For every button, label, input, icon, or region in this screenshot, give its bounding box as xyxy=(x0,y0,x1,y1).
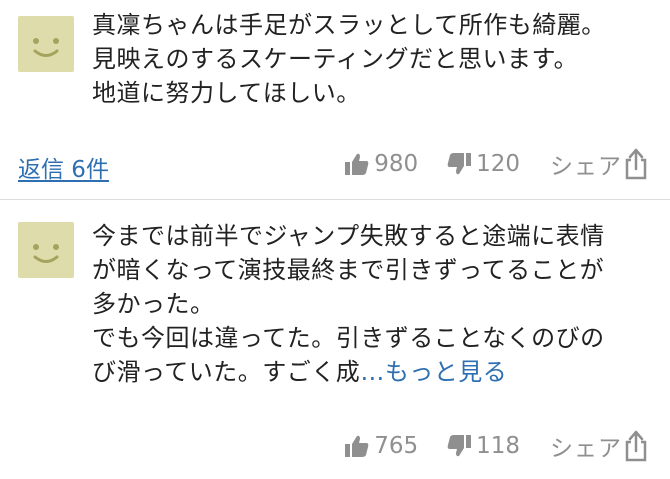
thumbs-down-icon xyxy=(447,153,472,175)
show-more-link[interactable]: …もっと見る xyxy=(360,358,507,386)
like-button[interactable]: 980 xyxy=(344,151,418,177)
comment-actions: 980 120 シェア xyxy=(344,148,648,180)
comment-line: 真凜ちゃんは手足がスラッとして所作も綺麗。 xyxy=(92,11,606,39)
share-icon xyxy=(625,148,647,180)
share-label: シェア xyxy=(550,154,622,180)
comment-actions: 765 118 シェア xyxy=(344,430,648,462)
smiley-face-icon xyxy=(33,244,59,263)
comment-line: 地道に努力してほしい。 xyxy=(92,79,361,107)
comment-line: が暗くなって演技最終まで引きずってることが xyxy=(92,256,605,284)
comment-line: 今までは前半でジャンプ失敗すると途端に表情 xyxy=(92,222,605,250)
like-count: 980 xyxy=(374,151,419,177)
comment-truncated-text: び滑っていた。すごく成 xyxy=(92,358,361,386)
user-avatar[interactable] xyxy=(18,16,74,72)
user-avatar[interactable] xyxy=(18,222,74,278)
comment-item: 今までは前半でジャンプ失敗すると途端に表情 が暗くなって演技最終まで引きずってる… xyxy=(0,201,670,479)
thumbs-up-icon xyxy=(345,153,369,175)
dislike-count: 120 xyxy=(476,151,520,177)
thumbs-up-icon xyxy=(345,435,369,457)
dislike-button[interactable]: 118 xyxy=(418,433,520,459)
smiley-face-icon xyxy=(33,38,59,57)
like-count: 765 xyxy=(374,433,419,459)
replies-link[interactable]: 返信 6件 xyxy=(18,150,109,184)
share-label: シェア xyxy=(550,436,622,462)
dislike-count: 118 xyxy=(476,433,520,459)
like-button[interactable]: 765 xyxy=(344,433,418,459)
comment-text: 今までは前半でジャンプ失敗すると途端に表情 が暗くなって演技最終まで引きずってる… xyxy=(92,219,652,389)
share-icon xyxy=(625,430,647,462)
comment-line: 多かった。 xyxy=(92,290,215,318)
share-button[interactable]: シェア xyxy=(520,147,648,181)
comment-line: でも今回は違ってた。引きずることなくのびの xyxy=(92,324,605,352)
comment-line: び滑っていた。すごく成…もっと見る xyxy=(92,355,652,389)
comment-item: 真凜ちゃんは手足がスラッとして所作も綺麗。 見映えのするスケーティングだと思いま… xyxy=(0,0,670,200)
comment-divider xyxy=(0,199,670,200)
dislike-button[interactable]: 120 xyxy=(418,151,520,177)
comment-text: 真凜ちゃんは手足がスラッとして所作も綺麗。 見映えのするスケーティングだと思いま… xyxy=(92,8,652,110)
thumbs-down-icon xyxy=(447,435,472,457)
share-button[interactable]: シェア xyxy=(520,429,648,463)
comment-line: 見映えのするスケーティングだと思います。 xyxy=(92,45,579,73)
